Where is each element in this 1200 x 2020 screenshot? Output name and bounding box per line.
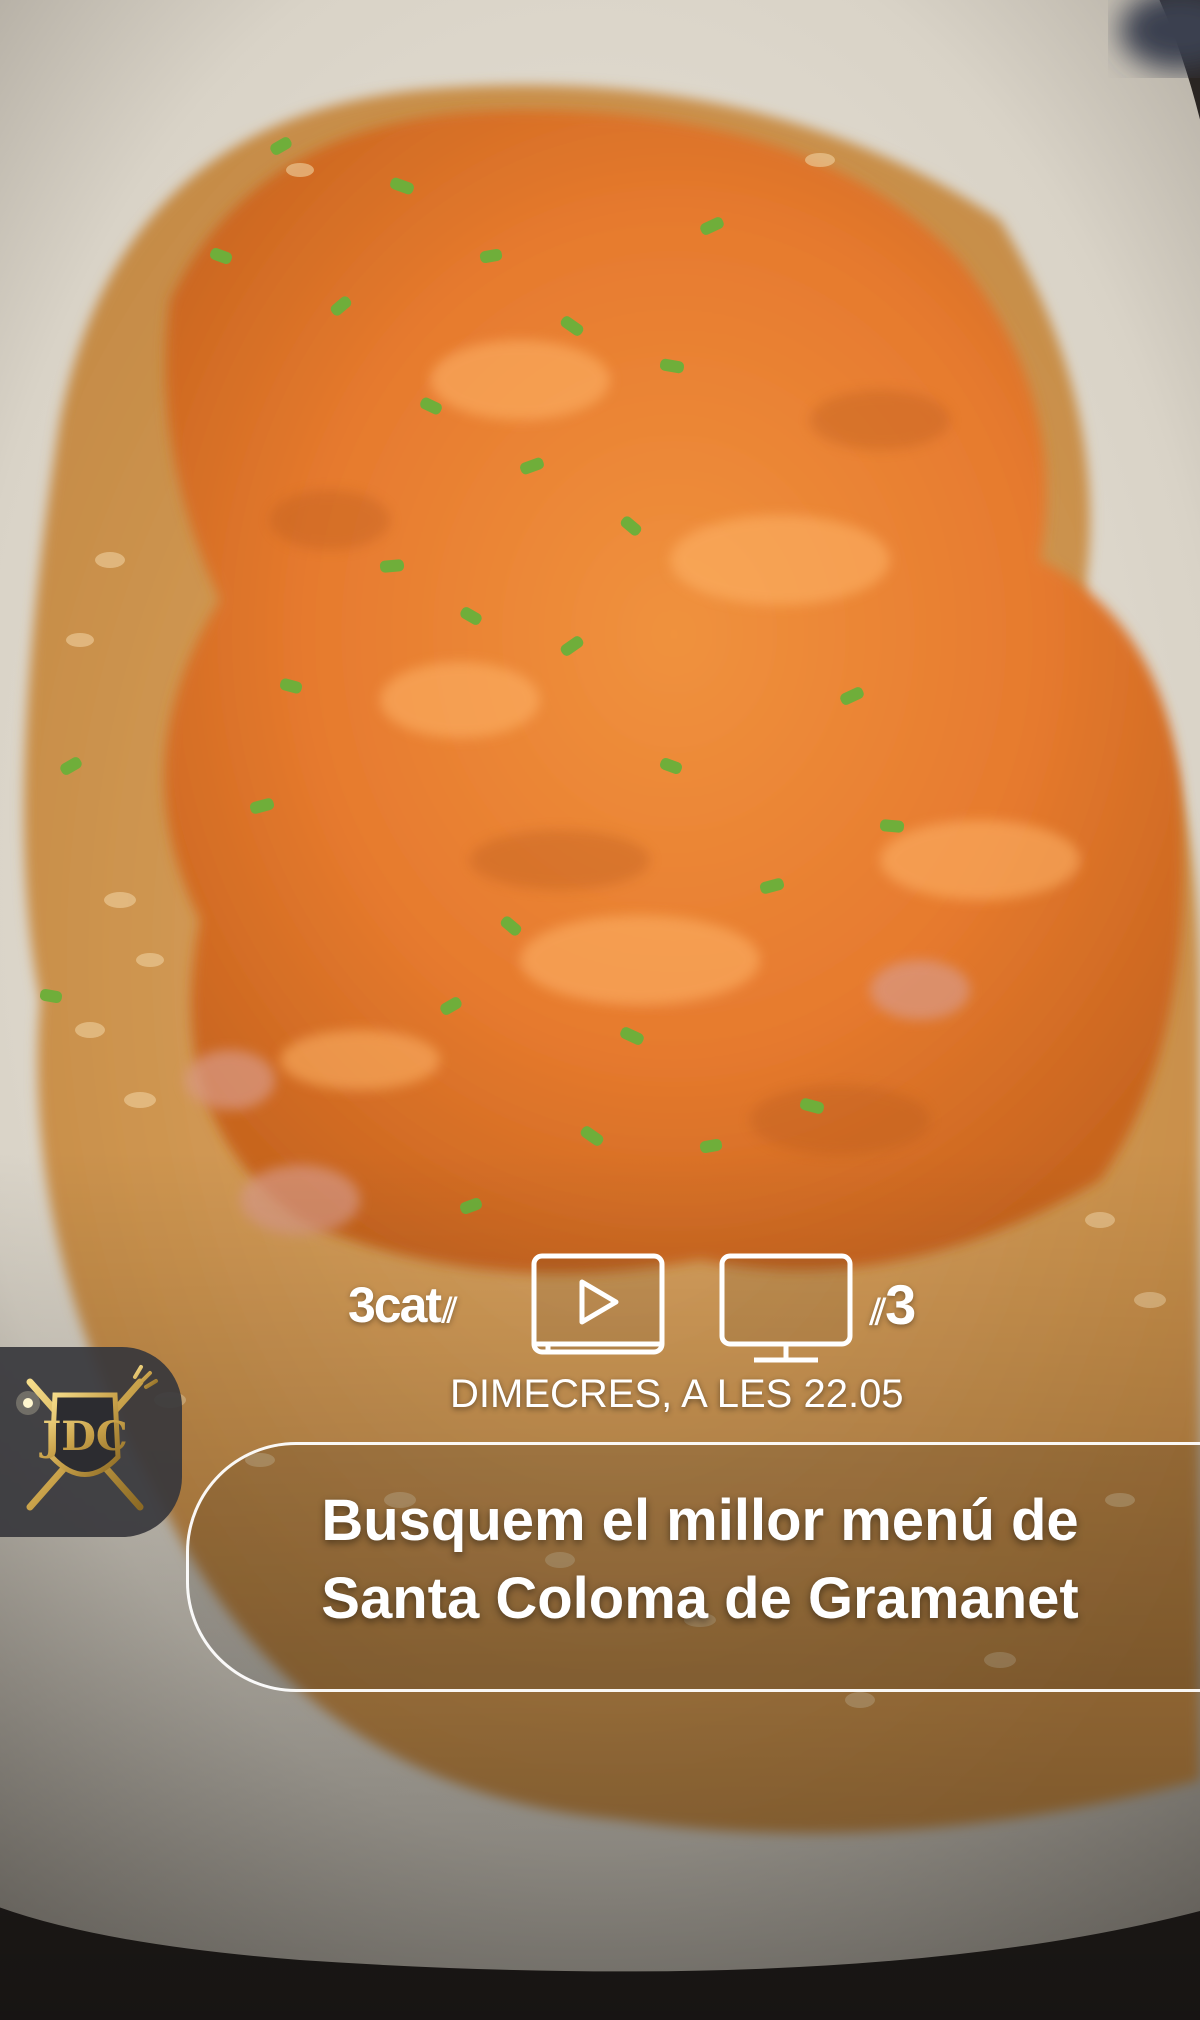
tv-icon[interactable] (718, 1252, 854, 1368)
show-logo-tab[interactable]: JDC (0, 1347, 182, 1537)
crossed-cutlery-shield-icon: JDC (16, 1365, 158, 1511)
headline-line-2: Santa Coloma de Gramanet (321, 1566, 1079, 1631)
play-screen-icon[interactable] (530, 1252, 666, 1362)
3cat-logo[interactable]: 3cat⫽ (348, 1276, 457, 1334)
tv3-logo[interactable]: ⫽3 (870, 1272, 916, 1337)
3cat-slash-mark: ⫽ (442, 1292, 457, 1330)
broadcast-schedule: DIMECRES, A LES 22.05 (450, 1372, 904, 1416)
show-logo-text: JDC (39, 1413, 127, 1460)
headline-line-1: Busquem el millor menú de (321, 1488, 1079, 1553)
headline: Busquem el millor menú de Santa Coloma d… (200, 1482, 1200, 1638)
tv3-logo-text: 3 (885, 1273, 917, 1336)
tv3-slash-mark: ⫽ (870, 1291, 886, 1332)
broadcast-badges: 3cat⫽ ⫽3 (340, 1248, 980, 1368)
3cat-logo-text: 3cat (348, 1277, 442, 1333)
